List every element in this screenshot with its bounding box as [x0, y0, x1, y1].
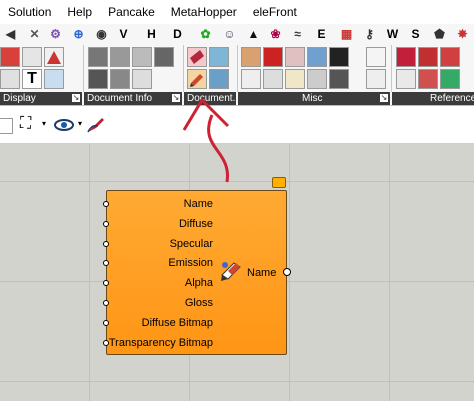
input-grip[interactable] — [103, 340, 109, 346]
input-grip[interactable] — [103, 221, 109, 227]
input-grip[interactable] — [103, 300, 109, 306]
material-component[interactable]: Name Diffuse Specular Emission Alpha Glo… — [103, 190, 291, 355]
input-grip[interactable] — [103, 320, 109, 326]
output-name: Name — [247, 267, 277, 279]
input-emission: Emission — [168, 257, 213, 269]
input-grip[interactable] — [103, 260, 109, 266]
input-transparency-bitmap: Transparency Bitmap — [108, 337, 213, 349]
input-diffuse-bitmap: Diffuse Bitmap — [141, 317, 213, 329]
input-grip[interactable] — [103, 201, 109, 207]
input-specular: Specular — [169, 238, 213, 250]
material-icon — [221, 262, 241, 281]
input-alpha: Alpha — [184, 277, 213, 289]
input-gloss: Gloss — [184, 297, 213, 309]
input-grip[interactable] — [103, 280, 109, 286]
input-diffuse: Diffuse — [178, 218, 213, 230]
input-grip[interactable] — [103, 241, 109, 247]
input-name: Name — [183, 198, 213, 210]
output-grip[interactable] — [283, 268, 291, 276]
preview-toggle[interactable] — [272, 177, 286, 188]
